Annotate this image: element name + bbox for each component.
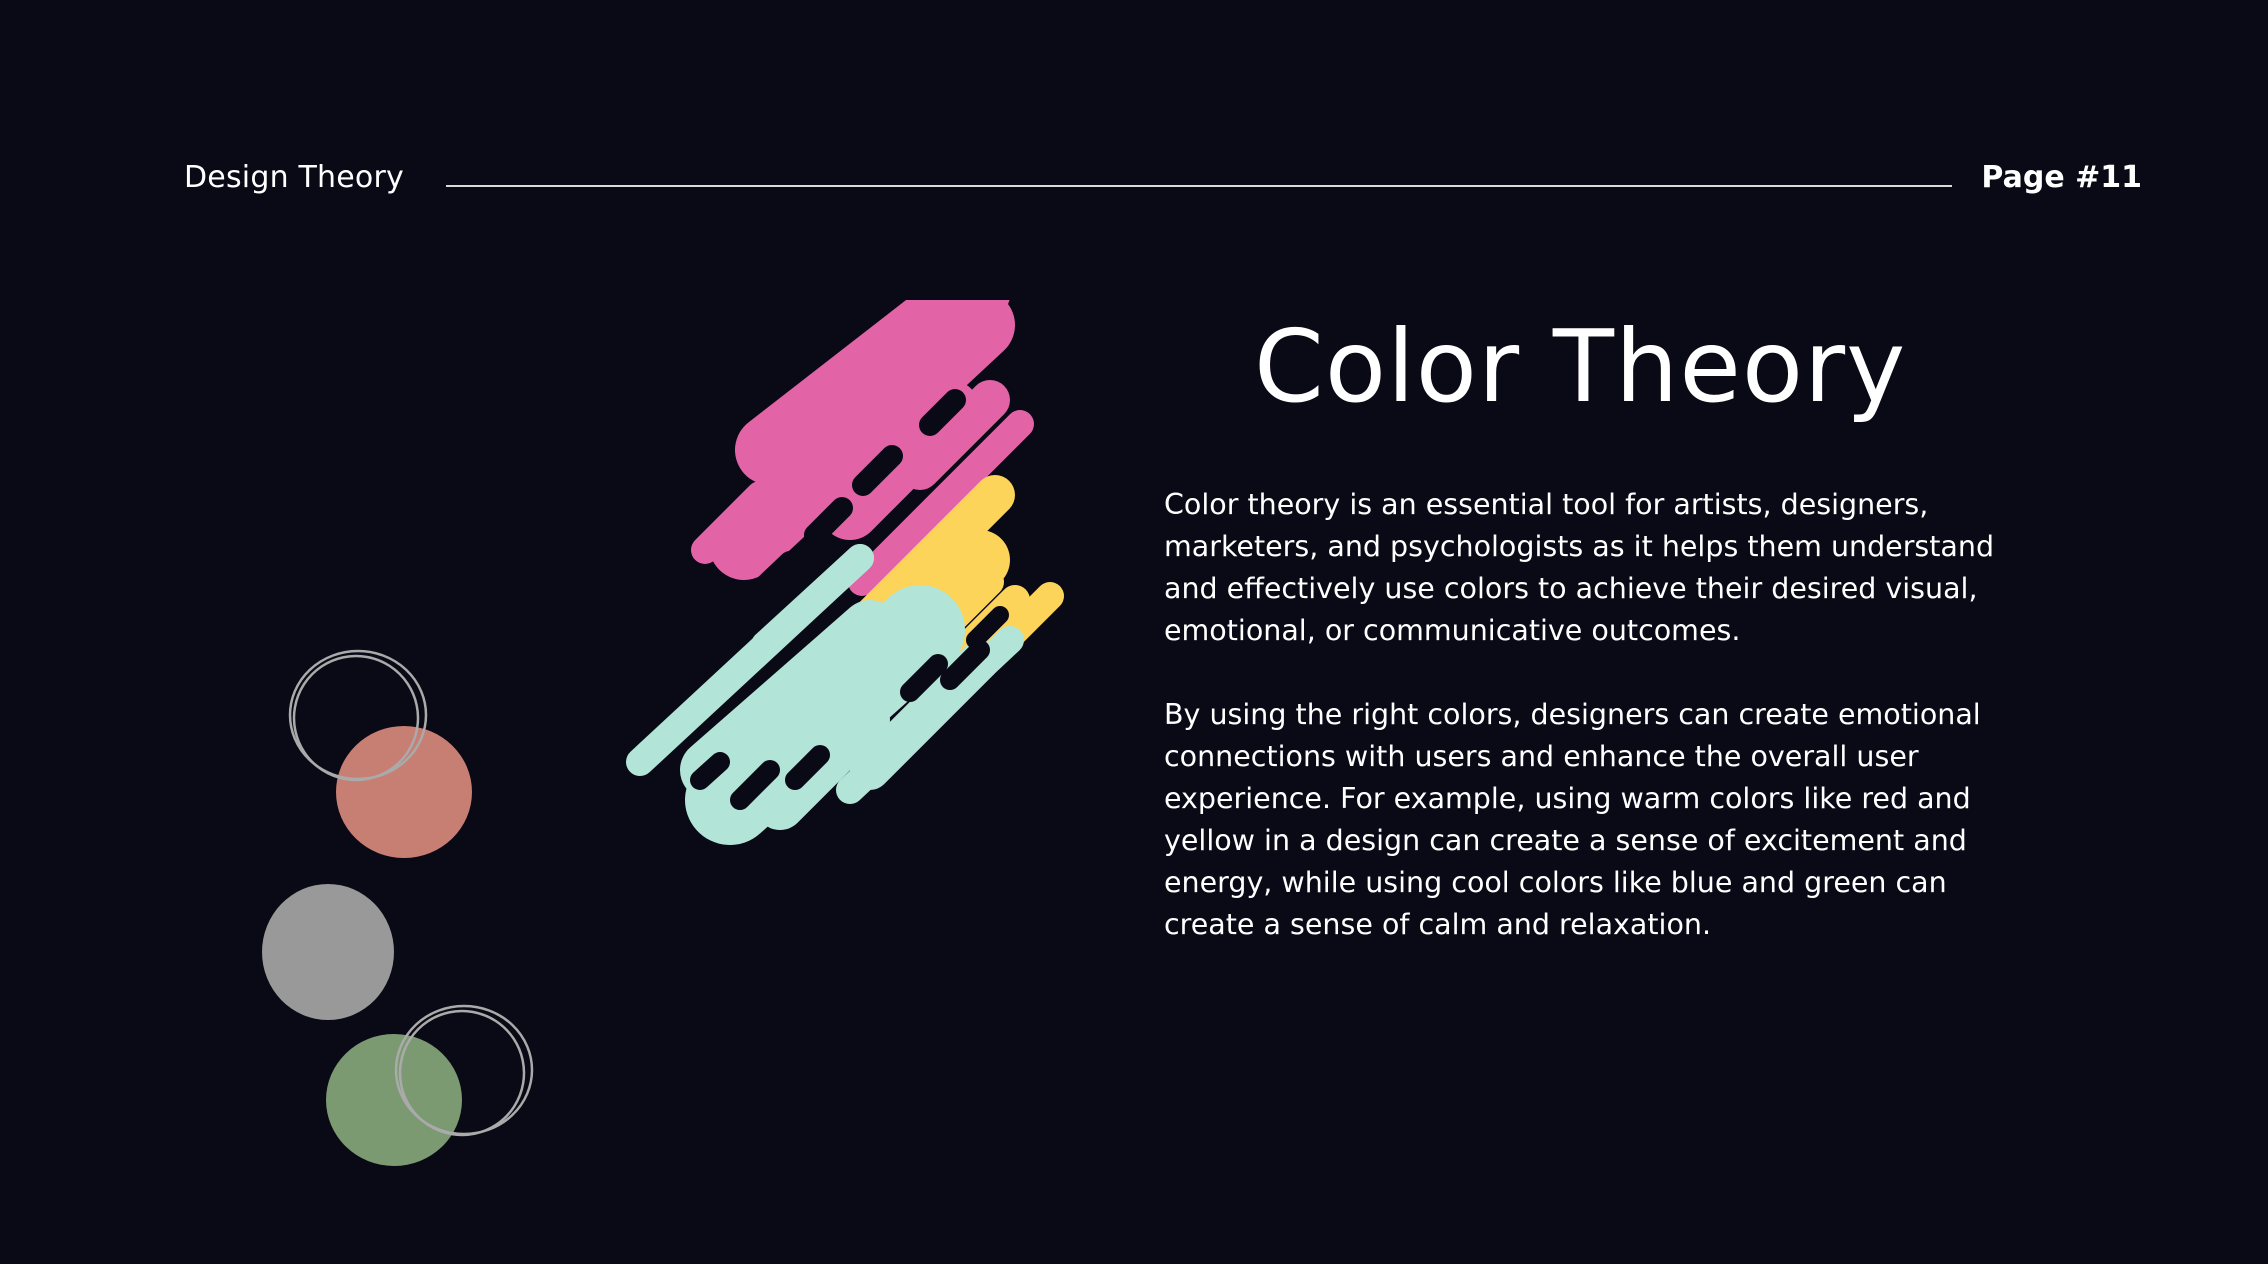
body-paragraph-2: By using the right colors, designers can… <box>1164 698 1981 941</box>
header-divider <box>446 185 1952 187</box>
salmon-dot <box>336 726 472 858</box>
slide: Design Theory Page #11 Color Theory Colo… <box>0 0 2268 1264</box>
page-title: Color Theory <box>1254 308 1907 425</box>
body-paragraph-1: Color theory is an essential tool for ar… <box>1164 488 1995 647</box>
page-number: Page #11 <box>1981 160 2142 195</box>
paint-drip-illustration <box>626 300 1064 845</box>
section-label: Design Theory <box>184 160 404 195</box>
gray-dot <box>262 884 394 1020</box>
color-swatch-dots <box>262 649 534 1166</box>
green-dot <box>326 1034 462 1166</box>
